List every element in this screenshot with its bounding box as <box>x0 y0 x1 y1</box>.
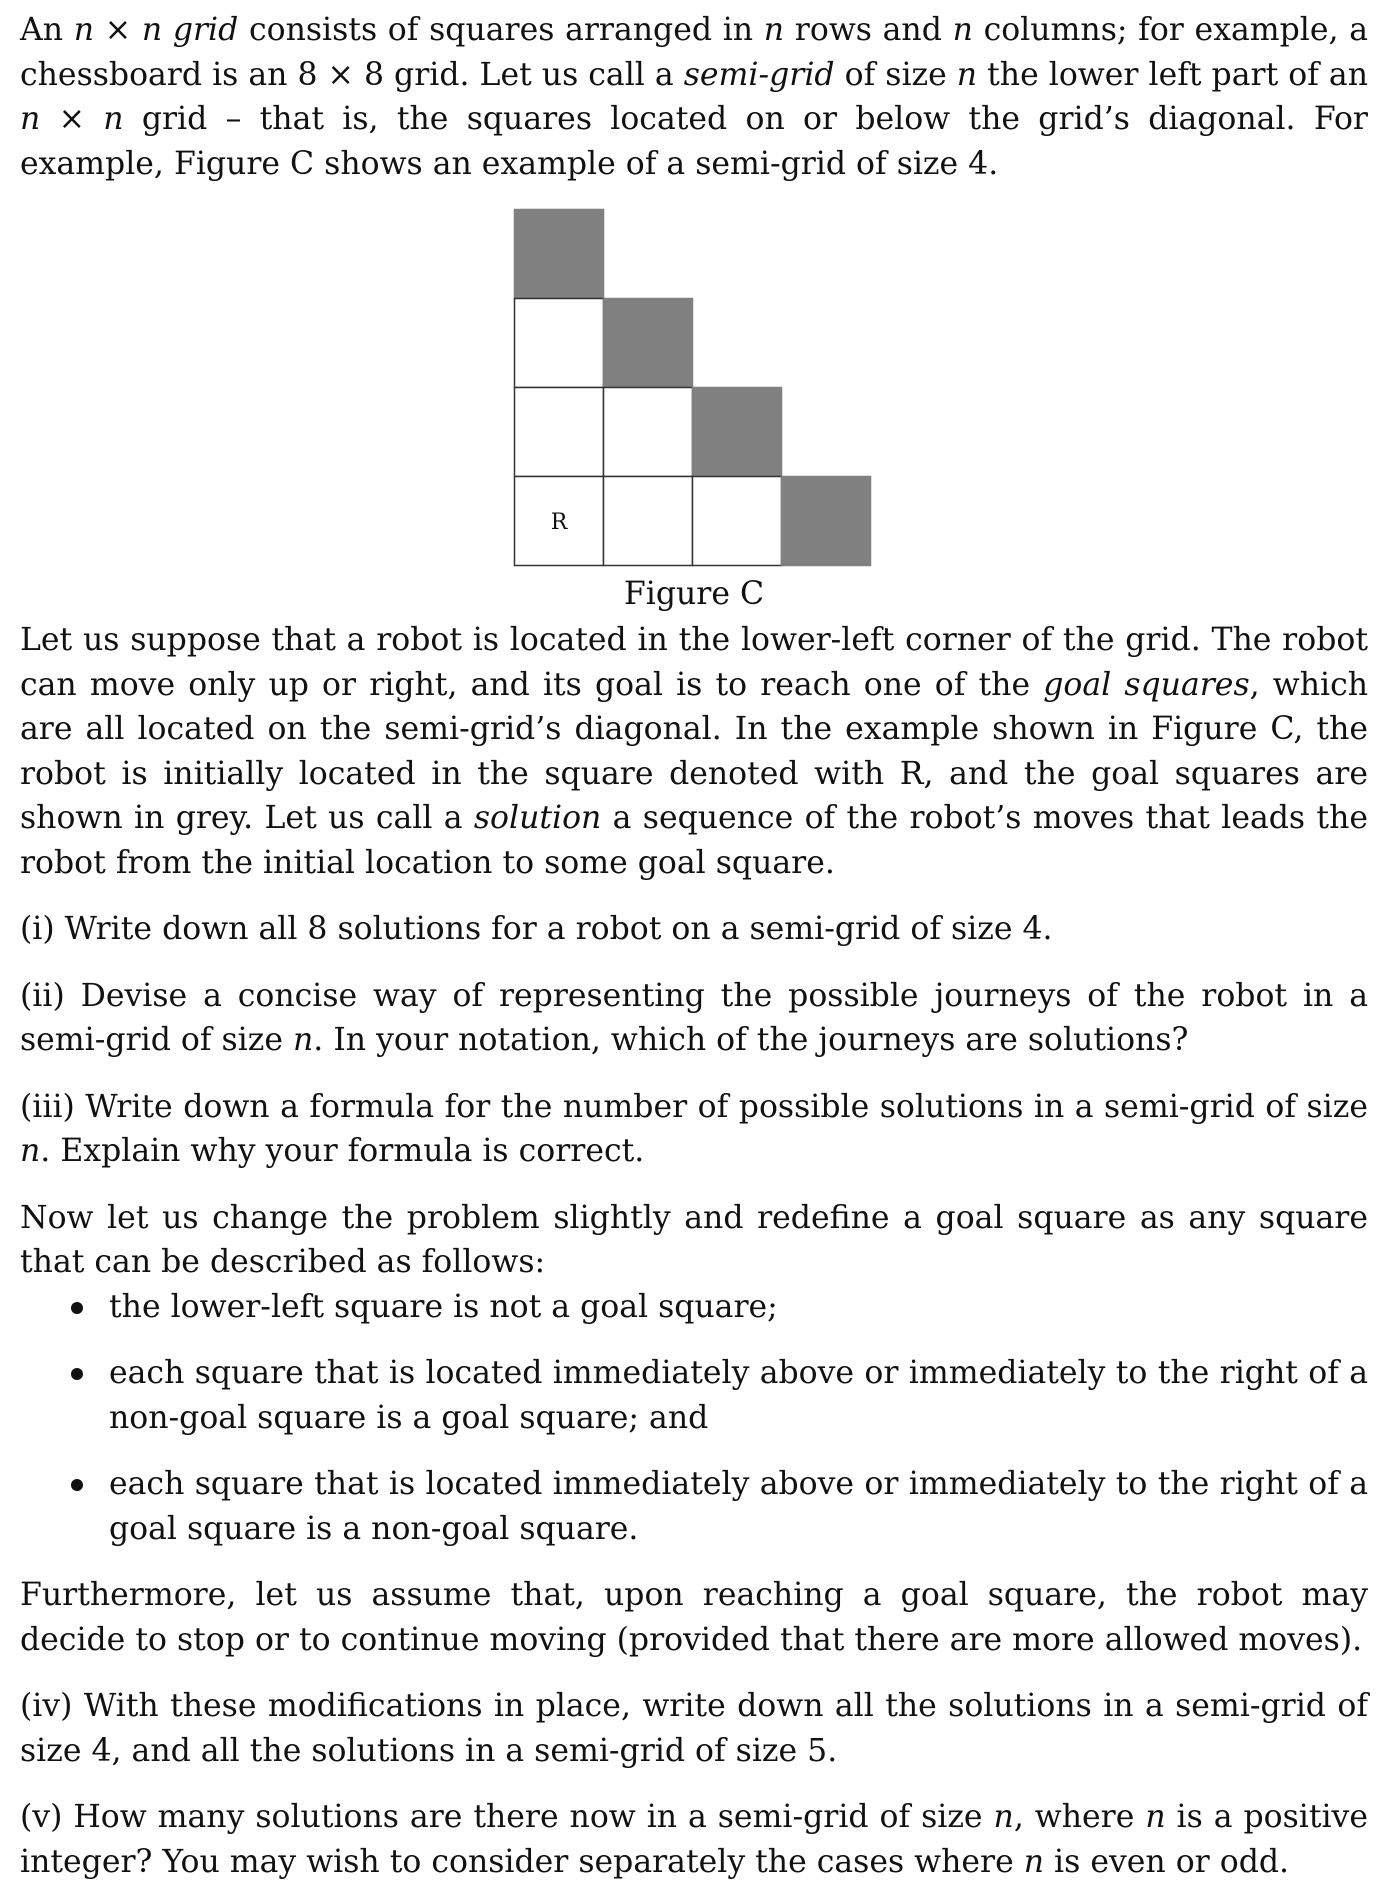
grid-square <box>602 475 694 567</box>
math-n: n <box>20 1133 41 1169</box>
bullet-icon <box>71 1368 83 1380</box>
math-n: n <box>956 56 978 93</box>
question-iii: (iii) Write down a formula for the numbe… <box>20 1085 1368 1174</box>
term-semi-grid: semi-grid <box>683 56 835 93</box>
math-n: n <box>293 1022 314 1058</box>
goal-rule-text: the lower-left square is not a goal squa… <box>109 1288 778 1325</box>
question-i: (i) Write down all 8 solutions for a rob… <box>20 911 1053 947</box>
question-text: (v) How many solutions are there now in … <box>20 1799 994 1835</box>
intro-text: rows and <box>784 12 953 48</box>
furthermore-paragraph: Furthermore, let us assume that, upon re… <box>20 1577 1368 1658</box>
bullet-icon <box>71 1301 83 1314</box>
change-paragraph: Now let us change the problem slightly a… <box>20 1199 1368 1281</box>
robot-label: R <box>551 510 569 535</box>
term-goal-squares: goal squares <box>1043 666 1250 703</box>
math-n-by-n: n × n <box>20 101 124 137</box>
figure-c: R Figure C <box>20 208 1368 618</box>
goal-square <box>780 475 872 567</box>
semi-grid-diagram: R <box>513 208 872 567</box>
math-n: n <box>993 1799 1014 1835</box>
bullet-icon <box>71 1479 83 1491</box>
goal-rule-item: the lower-left square is not a goal squa… <box>20 1285 1368 1330</box>
grid-square <box>602 386 694 478</box>
question-text: is even or odd. <box>1044 1843 1290 1880</box>
goal-rules-list: the lower-left square is not a goal squa… <box>20 1285 1368 1552</box>
intro-text: grid – that is, the squares located on o… <box>20 101 1368 182</box>
question-ii: (ii) Devise a concise way of representin… <box>20 974 1368 1063</box>
intro-text: An <box>20 12 74 48</box>
math-n: n <box>952 12 973 48</box>
question-text: . Explain why your formula is correct. <box>40 1133 645 1169</box>
intro-text: of size <box>834 56 957 93</box>
goal-square <box>513 208 605 300</box>
intro-text: the lower left part of an <box>977 56 1368 93</box>
grid-square <box>691 475 783 567</box>
question-text: , where <box>1013 1799 1146 1835</box>
term-grid: n × n grid <box>73 12 239 48</box>
goal-square <box>691 386 783 478</box>
term-solution: solution <box>473 800 602 836</box>
math-n: n <box>1145 1799 1166 1835</box>
intro-text: consists of squares arranged in <box>238 12 764 48</box>
goal-rule-text: each square that is located immediately … <box>109 1355 1368 1436</box>
goal-rule-text: each square that is located immediately … <box>109 1466 1368 1547</box>
document-page: An n × n grid consists of squares arrang… <box>20 8 1368 1884</box>
goal-rule-item: each square that is located immediately … <box>20 1462 1368 1551</box>
intro-paragraph: An n × n grid consists of squares arrang… <box>20 8 1368 186</box>
grid-square <box>513 386 605 478</box>
goal-rule-item: each square that is located immediately … <box>20 1351 1368 1440</box>
question-text: . In your notation, which of the journey… <box>313 1022 1189 1058</box>
figure-caption: Figure C <box>623 576 765 612</box>
robot-paragraph: Let us suppose that a robot is located i… <box>20 618 1368 885</box>
question-v: (v) How many solutions are there now in … <box>20 1795 1368 1884</box>
question-text: (iii) Write down a formula for the numbe… <box>20 1088 1368 1125</box>
math-n: n <box>1023 1843 1045 1880</box>
question-iv: (iv) With these modifications in place, … <box>20 1688 1368 1769</box>
goal-square <box>602 297 694 389</box>
grid-square <box>513 297 605 389</box>
math-n: n <box>763 12 785 48</box>
